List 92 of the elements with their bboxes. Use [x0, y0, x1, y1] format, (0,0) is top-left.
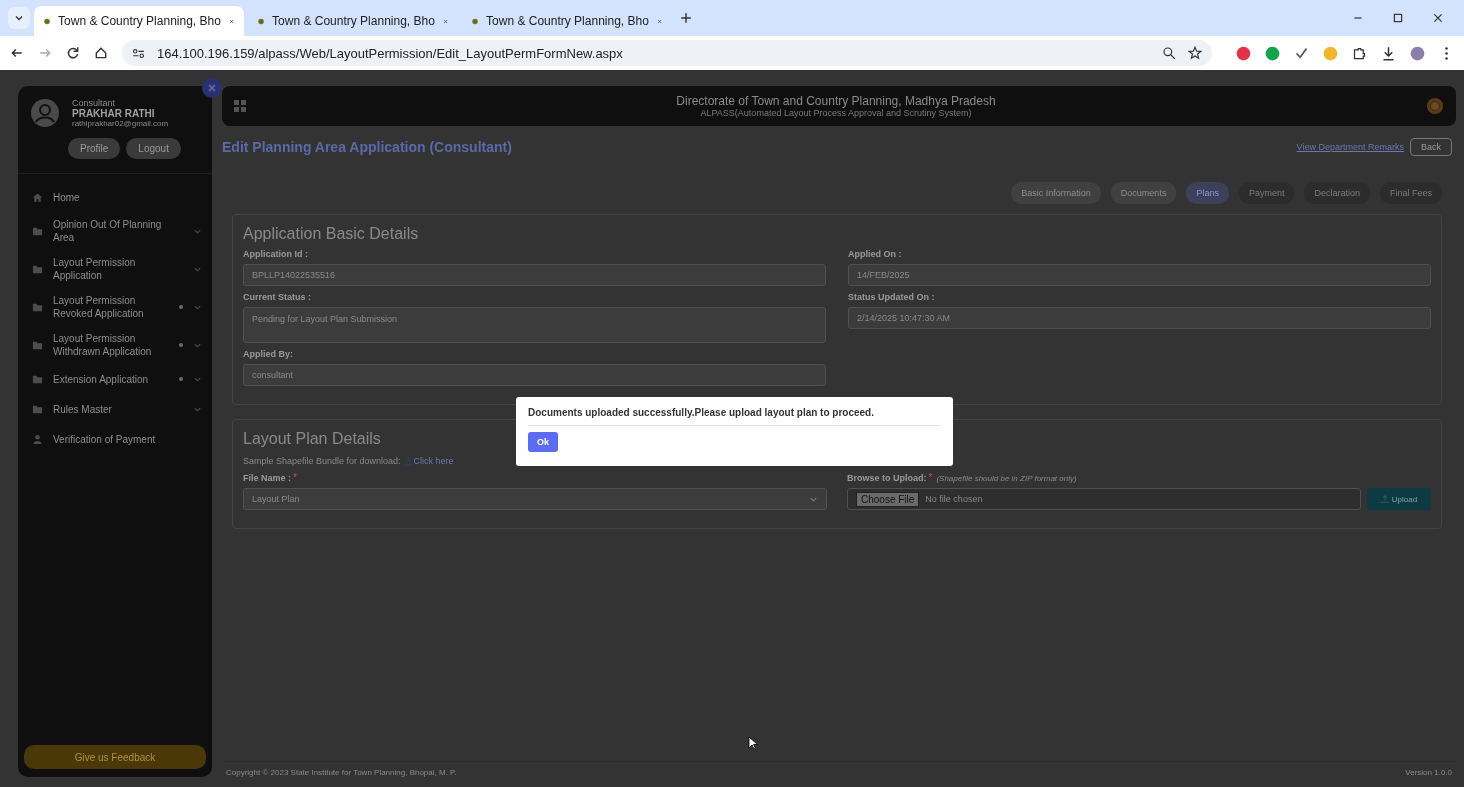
tab-list-icon[interactable]	[8, 7, 30, 29]
folder-icon	[32, 373, 43, 385]
zoom-icon[interactable]	[1162, 46, 1176, 60]
input-field[interactable]: BPLLP14022535516	[243, 264, 826, 286]
menu-label: Layout Permission Application	[53, 256, 137, 282]
maximize-icon[interactable]	[1392, 12, 1404, 24]
emblem-icon	[1426, 97, 1444, 115]
back-arrow-icon[interactable]	[10, 46, 24, 60]
sidebar-item[interactable]: Layout Permission Application	[32, 256, 202, 282]
section-title: Layout Plan Details	[243, 430, 381, 448]
file-status: No file chosen	[925, 494, 983, 504]
user-name: PRAKHAR RATHI	[72, 108, 156, 119]
required-mark: *	[293, 472, 297, 483]
field-label: Current Status :	[243, 292, 312, 302]
browser-tab[interactable]: Town & Country Planning, Bho	[248, 6, 458, 36]
download-link[interactable]: Click here	[404, 456, 454, 466]
download-icon	[404, 457, 413, 465]
file-name-dropdown[interactable]: Layout Plan	[243, 488, 827, 510]
folder-icon	[32, 301, 43, 313]
step-tab[interactable]: Documents	[1110, 182, 1177, 204]
browser-tab[interactable]: Town & Country Planning, Bho	[462, 6, 672, 36]
sidebar-item[interactable]: Opinion Out Of Planning Area	[32, 218, 202, 244]
page-title: Edit Planning Area Application (Consultant)	[222, 139, 512, 155]
field-label: Browse to Upload:	[847, 473, 927, 483]
user-icon	[32, 433, 43, 445]
menu-label: Rules Master	[53, 402, 113, 416]
home-icon	[32, 191, 43, 203]
site-settings-icon[interactable]	[132, 46, 145, 60]
sidebar-item[interactable]: Layout Permission Revoked Application	[32, 294, 202, 320]
mouse-pointer-icon	[748, 736, 758, 750]
sidebar-item[interactable]: Extension Application	[32, 370, 202, 388]
section-title: Application Basic Details	[243, 225, 419, 243]
upload-icon	[1380, 495, 1389, 503]
format-note: (Shapefile should be in ZIP format only)	[936, 474, 1077, 483]
file-input[interactable]: Choose File No file chosen	[847, 488, 1361, 510]
copyright-text: Copyright © 2023 State Institute for Town Planning, Bhopal, M. P.	[226, 768, 457, 777]
logout-button[interactable]: Logout	[126, 138, 181, 159]
sidebar-item[interactable]: Home	[32, 188, 202, 206]
field-label: Applied By:	[243, 349, 294, 359]
avatar-icon[interactable]	[1410, 45, 1425, 61]
star-icon[interactable]	[1188, 46, 1202, 60]
upload-button[interactable]: Upload	[1367, 488, 1431, 510]
grid-menu-icon[interactable]	[234, 100, 246, 112]
field-label: Status Updated On :	[848, 292, 936, 302]
choose-file-button[interactable]: Choose File	[856, 491, 920, 507]
profile-button[interactable]: Profile	[68, 138, 121, 159]
extension-icon[interactable]	[1265, 45, 1280, 61]
header-title: Directorate of Town and Country Planning, Madhya Pradesh	[676, 94, 996, 108]
user-avatar-icon	[30, 98, 60, 128]
input-field[interactable]: 2/14/2025 10:47:30 AM	[848, 307, 1431, 329]
folder-icon	[32, 263, 43, 275]
address-bar[interactable]: 164.100.196.159/alpass/Web/LayoutPermission/Edit_LayoutPermFormNew.aspx	[122, 40, 1212, 66]
remarks-link[interactable]: View Department Remarks	[1296, 142, 1404, 152]
sample-text: Sample Shapefile Bundle for download:	[243, 456, 401, 466]
back-button[interactable]: Back	[1410, 138, 1452, 156]
browser-tab[interactable]: Town & Country Planning, Bho	[34, 6, 244, 36]
sidebar-item[interactable]: Layout Permission Withdrawn Application	[32, 332, 202, 358]
field-label: File Name :	[243, 473, 291, 483]
input-field[interactable]: Pending for Layout Plan Submission	[243, 307, 826, 343]
extension-icon[interactable]	[1236, 45, 1251, 61]
step-tab[interactable]: Plans	[1186, 182, 1229, 204]
user-role: Consultant	[72, 98, 117, 108]
download-icon[interactable]	[1381, 45, 1396, 61]
dialog-message: Documents uploaded successfully.Please upload layout plan to proceed.	[528, 407, 874, 418]
close-icon[interactable]	[1432, 12, 1444, 24]
feedback-button[interactable]: Give us Feedback	[24, 745, 206, 769]
step-tab[interactable]: Basic Information	[1011, 182, 1101, 204]
user-email: rathiprakhar02@gmail.com	[72, 119, 169, 128]
menu-label: Opinion Out Of Planning Area	[53, 218, 163, 244]
new-tab-icon[interactable]	[680, 12, 692, 24]
folder-icon	[32, 225, 43, 237]
sidebar-item[interactable]: Rules Master	[32, 400, 202, 418]
input-field[interactable]: 14/FEB/2025	[848, 264, 1431, 286]
input-field[interactable]: consultant	[243, 364, 826, 386]
check-icon[interactable]	[1294, 45, 1309, 61]
reload-icon[interactable]	[66, 46, 80, 60]
header-subtitle: ALPASS(Automated Layout Process Approval and Scrutiny System)	[700, 108, 972, 118]
home-icon[interactable]	[94, 46, 108, 60]
menu-label: Verification of Payment	[53, 432, 157, 446]
field-label: Applied On :	[848, 249, 903, 259]
field-label: Application Id :	[243, 249, 309, 259]
menu-label: Extension Application	[53, 372, 150, 386]
folder-icon	[32, 339, 43, 351]
puzzle-icon[interactable]	[1352, 45, 1367, 61]
sidebar-item[interactable]: Verification of Payment	[32, 430, 202, 448]
ok-button[interactable]: Ok	[528, 432, 558, 452]
menu-label: Layout Permission Revoked Application	[53, 294, 145, 320]
version-text: Version 1.0.0	[1405, 768, 1452, 777]
menu-label: Home	[53, 190, 81, 204]
folder-icon	[32, 403, 43, 415]
required-mark: *	[928, 472, 933, 483]
menu-label: Layout Permission Withdrawn Application	[53, 332, 153, 358]
